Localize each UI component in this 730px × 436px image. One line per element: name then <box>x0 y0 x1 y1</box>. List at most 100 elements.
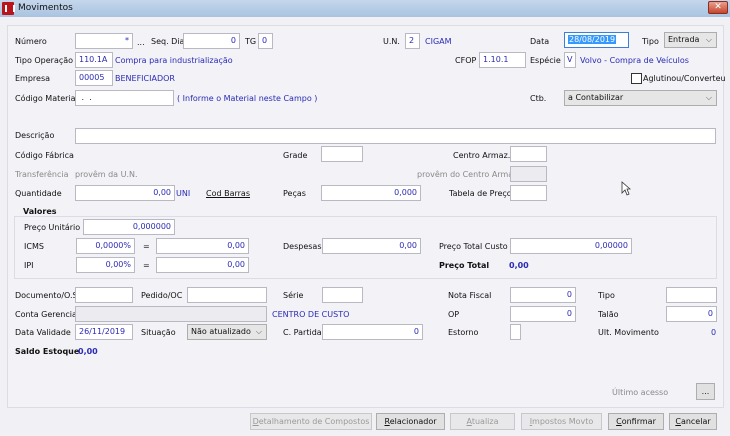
talao-label: Talão <box>598 310 619 319</box>
especie-label: Espécie <box>530 56 561 65</box>
impostos-movto-button[interactable]: Impostos Movto <box>521 413 602 430</box>
saldo-estoque-value: 0,00 <box>78 347 98 356</box>
seq-dia-input[interactable]: 0 <box>183 33 240 49</box>
c-partida-value: 0 <box>413 327 419 336</box>
ipi-pct-value: 0,00% <box>105 260 131 269</box>
documento-input[interactable] <box>75 287 133 303</box>
tipo-label: Tipo <box>642 37 659 46</box>
conta-gerencial-input <box>75 306 267 322</box>
pedido-label: Pedido/OC <box>141 291 183 300</box>
provem-un: provêm da U.N. <box>75 170 138 179</box>
window-title: Movimentos <box>18 3 73 13</box>
icms-pct-value: 0,0000% <box>95 241 131 250</box>
ipi-pct-input[interactable]: 0,00% <box>76 257 135 273</box>
detalhamento-compostos-button[interactable]: Detalhamento de Compostos <box>250 413 372 430</box>
cfop-input[interactable]: 1.10.1 <box>479 52 526 68</box>
preco-unitario-label: Preço Unitário <box>24 223 81 232</box>
tipo-doc-input[interactable] <box>666 287 717 303</box>
un-input[interactable]: 2 <box>405 33 420 49</box>
saldo-estoque-label: Saldo Estoque <box>15 347 80 356</box>
icms-value: 0,00 <box>227 241 245 250</box>
numero-input[interactable]: * <box>75 33 133 49</box>
numero-label: Número <box>15 37 47 46</box>
cfop-label: CFOP <box>455 56 477 65</box>
seq-dia-label: Seq. Dia <box>151 37 185 46</box>
preco-total-custo-value: 0,00000 <box>594 241 628 250</box>
conta-gerencial-label: Conta Gerencial <box>15 310 80 319</box>
centro-custo-link[interactable]: CENTRO DE CUSTO <box>272 310 349 319</box>
talao-input[interactable]: 0 <box>666 306 717 322</box>
despesas-label: Despesas <box>283 242 322 251</box>
ipi-label: IPI <box>24 261 34 270</box>
codigo-material-input[interactable]: . . <box>75 90 174 106</box>
cancelar-button[interactable]: Cancelar <box>669 413 717 430</box>
pecas-value: 0,000 <box>394 188 417 197</box>
nota-fiscal-label: Nota Fiscal <box>448 291 492 300</box>
tipo-doc-label: Tipo <box>598 291 615 300</box>
chevron-down-icon: ⌵ <box>705 93 712 102</box>
tg-label: TG <box>245 37 257 46</box>
pecas-input[interactable]: 0,000 <box>321 185 421 201</box>
preco-total-custo-label: Preço Total Custo <box>439 242 508 251</box>
data-value: 28/08/2019 <box>568 35 617 44</box>
op-input[interactable]: 0 <box>510 306 576 322</box>
ctb-label: Ctb. <box>530 94 547 103</box>
descricao-input[interactable] <box>75 128 716 144</box>
op-value: 0 <box>566 309 572 318</box>
tipo-select[interactable]: Entrada ⌵ <box>664 32 717 48</box>
valores-title: Valores <box>21 207 59 216</box>
serie-input[interactable] <box>322 287 363 303</box>
quantidade-input[interactable]: 0,00 <box>75 185 175 201</box>
tipo-operacao-desc: Compra para industrialização <box>115 56 233 65</box>
cod-barras-link[interactable]: Cod Barras <box>206 189 250 198</box>
relacionador-button[interactable]: Relacionador <box>376 413 445 430</box>
tg-input[interactable]: 0 <box>258 33 273 49</box>
ult-movimento-value: 0 <box>711 328 717 337</box>
tipo-operacao-input[interactable]: 110.1A <box>75 52 113 68</box>
especie-value: V <box>567 55 573 64</box>
mouse-cursor-icon <box>621 181 631 196</box>
tabela-preco-label: Tabela de Preço <box>449 189 512 198</box>
icms-pct-input[interactable]: 0,0000% <box>76 238 135 254</box>
ctb-value: a Contabilizar <box>568 93 624 102</box>
centro-armaz-input[interactable] <box>510 146 547 162</box>
empresa-name: BENEFICIADOR <box>115 74 175 83</box>
descricao-label: Descrição <box>15 131 55 140</box>
c-partida-label: C. Partida <box>283 328 322 337</box>
tipo-operacao-label: Tipo Operação <box>15 56 74 65</box>
empresa-input[interactable]: 00005 <box>75 70 113 86</box>
confirmar-button[interactable]: Confirmar <box>608 413 664 430</box>
pedido-input[interactable] <box>187 287 267 303</box>
op-label: OP <box>448 310 460 319</box>
especie-input[interactable]: V <box>564 52 576 68</box>
ultimo-acesso-label: Último acesso <box>612 388 669 397</box>
data-input[interactable]: 28/08/2019 <box>564 32 629 48</box>
ipi-value-input[interactable]: 0,00 <box>156 257 249 273</box>
numero-lookup-button[interactable]: ... <box>137 38 145 47</box>
atualiza-button[interactable]: Atualiza <box>450 413 515 430</box>
title-bar: Movimentos ✕ <box>0 0 730 17</box>
close-button[interactable]: ✕ <box>708 1 728 14</box>
preco-unitario-input[interactable]: 0,000000 <box>83 219 175 235</box>
despesas-input[interactable]: 0,00 <box>322 238 421 254</box>
ctb-select[interactable]: a Contabilizar ⌵ <box>564 90 717 106</box>
icms-value-input[interactable]: 0,00 <box>156 238 249 254</box>
tabela-preco-input[interactable] <box>510 185 547 201</box>
grade-input[interactable] <box>321 146 363 162</box>
grade-label: Grade <box>283 151 308 160</box>
preco-total-custo-input[interactable]: 0,00000 <box>510 238 632 254</box>
nota-fiscal-input[interactable]: 0 <box>510 287 576 303</box>
data-label: Data <box>530 37 550 46</box>
codigo-material-label: Código Material <box>15 94 78 103</box>
preco-total-value: 0,00 <box>509 261 529 270</box>
ultimo-acesso-button[interactable]: ... <box>696 383 715 400</box>
data-validade-input[interactable]: 26/11/2019 <box>75 324 133 340</box>
situacao-value: Não atualizado <box>191 327 251 336</box>
tipo-operacao-value: 110.1A <box>79 55 108 64</box>
pecas-label: Peças <box>283 189 306 198</box>
estorno-input[interactable] <box>510 324 521 340</box>
aglutinou-checkbox[interactable] <box>631 73 642 84</box>
situacao-select[interactable]: Não atualizado ⌵ <box>187 324 267 340</box>
c-partida-input[interactable]: 0 <box>322 324 423 340</box>
empresa-label: Empresa <box>15 74 51 83</box>
